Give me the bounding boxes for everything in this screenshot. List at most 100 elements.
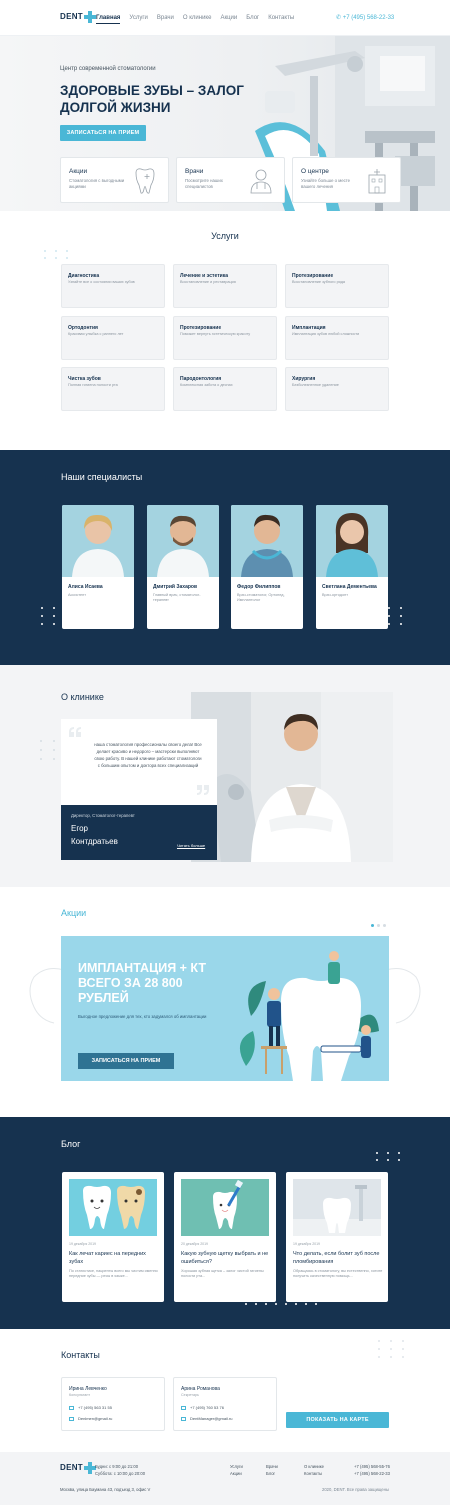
- service-title: Пародонтология: [180, 376, 222, 382]
- service-card[interactable]: Ортодонтия Красивая улыбка с раннего лет: [61, 316, 165, 360]
- specialist-card[interactable]: Дмитрий Захаров Главный врач, стоматолог…: [147, 505, 219, 629]
- feature-title: О центре: [301, 168, 329, 175]
- contact-email-row[interactable]: DentManager@gmail.ru: [181, 1416, 233, 1421]
- footer-address: Москва, улица Бауманa 43, подъезд 3, офи…: [60, 1487, 151, 1492]
- service-desc: Полная гигиена полости рта: [68, 383, 118, 387]
- quote-icon: [197, 785, 209, 795]
- nav-contacts[interactable]: Контакты: [268, 15, 294, 24]
- decor-dots: [245, 1303, 321, 1305]
- specialist-card[interactable]: Федор Филиппов Врач-стоматолог, Ортопед,…: [231, 505, 303, 629]
- blog-desc: По статистике, пациенты всего мы чистим …: [69, 1269, 158, 1278]
- specialist-role: Ассистент: [68, 593, 86, 597]
- blog-title: Блог: [61, 1139, 81, 1149]
- service-title: Имплантация: [292, 325, 326, 331]
- contact-card: Арина Романова Секретарь +7 (495) 760 53…: [173, 1377, 277, 1431]
- service-card[interactable]: Лечение и эстетика Восстановление и реста…: [173, 264, 277, 308]
- contacts-title: Контакты: [61, 1350, 100, 1360]
- contact-card: Ирина Левченко Консультант +7 (495) 563 …: [61, 1377, 165, 1431]
- feature-card-about[interactable]: О центре Узнайте больше о месте вашего л…: [292, 157, 401, 203]
- service-card[interactable]: Чистка зубов Полная гигиена полости рта: [61, 367, 165, 411]
- nav-home[interactable]: Главная: [96, 15, 121, 24]
- logo[interactable]: DENT: [60, 11, 96, 23]
- blog-card[interactable]: 19 декабря 2019 Что делать, если болит з…: [286, 1172, 388, 1302]
- specialist-role: Врач-ортодонт: [322, 593, 348, 597]
- feature-desc: Стоматология с выгодными акциями: [69, 178, 125, 189]
- blog-card[interactable]: 19 декабря 2019 Как лечат кариес на пере…: [62, 1172, 164, 1302]
- header-phone[interactable]: ✆ +7 (495) 568-22-33: [336, 14, 394, 21]
- footer-link-promo[interactable]: Акции: [230, 1471, 242, 1476]
- service-desc: Красивая улыбка с раннего лет: [68, 332, 124, 336]
- contact-email-row[interactable]: Denlmen@gmail.ru: [69, 1416, 112, 1421]
- hero-subtitle: Центр современной стоматологии: [60, 66, 156, 72]
- specialist-card[interactable]: Алиса Исаева Ассистент: [62, 505, 134, 629]
- slider-dot[interactable]: [377, 924, 380, 927]
- director-last-name: Контдратьев: [71, 837, 118, 846]
- nav-services[interactable]: Услуги: [129, 15, 147, 24]
- nav-promo[interactable]: Акции: [220, 15, 237, 24]
- feature-card-doctors[interactable]: Врачи Посмотрите наших специалистов: [176, 157, 285, 203]
- read-more-link[interactable]: Читать больше: [177, 843, 205, 848]
- mail-icon: [181, 1416, 186, 1421]
- service-title: Протезирование: [180, 325, 222, 331]
- specialist-name: Дмитрий Захаров: [153, 584, 198, 590]
- blog-card[interactable]: 20 декабря 2019 Какую зубную щетку выбра…: [174, 1172, 276, 1302]
- decor-dots: [44, 250, 72, 259]
- about-text: наша стоматология профессионалы своего д…: [94, 742, 202, 768]
- service-title: Лечение и эстетика: [180, 273, 229, 279]
- contact-name: Арина Романова: [181, 1386, 220, 1392]
- specialist-photo: [316, 505, 388, 577]
- service-desc: Имплантация зубов любой сложности: [292, 332, 360, 336]
- contact-phone-row[interactable]: +7 (495) 563 31 55: [69, 1405, 112, 1410]
- service-card[interactable]: Протезирование Восстановление зубного ряд…: [285, 264, 389, 308]
- footer-logo[interactable]: DENT: [60, 1462, 96, 1474]
- nav-blog[interactable]: Блог: [246, 15, 259, 24]
- specialist-card[interactable]: Светлана Дементьева Врач-ортодонт: [316, 505, 388, 629]
- promo-cta-button[interactable]: ЗАПИСАТЬСЯ НА ПРИЕМ: [78, 1053, 174, 1069]
- service-card[interactable]: Диагностика Узнайте все о состоянии ваших…: [61, 264, 165, 308]
- footer-link-doctors[interactable]: Врачи: [266, 1464, 278, 1469]
- footer-link-about[interactable]: О клинике: [304, 1464, 324, 1469]
- slider-dot[interactable]: [383, 924, 386, 927]
- nav-about[interactable]: О клинике: [183, 15, 212, 24]
- service-card[interactable]: Имплантация Имплантация зубов любой сложн…: [285, 316, 389, 360]
- contact-role: Консультант: [69, 1393, 91, 1397]
- contact-email: Denlmen@gmail.ru: [78, 1416, 113, 1421]
- service-card[interactable]: Хирургия Безболезненное удаление: [285, 367, 389, 411]
- contact-name: Ирина Левченко: [69, 1386, 107, 1392]
- blog-title-text[interactable]: Какую зубную щетку выбрать и не ошибитьс…: [181, 1250, 271, 1266]
- feature-title: Врачи: [185, 168, 204, 175]
- slider-dot-active[interactable]: [371, 924, 374, 927]
- blog-date: 20 декабря 2019: [181, 1242, 208, 1246]
- footer-phone-1[interactable]: +7 (495) 568-55-76: [354, 1464, 390, 1469]
- footer-link-services[interactable]: Услуги: [230, 1464, 243, 1469]
- slider-dots[interactable]: [371, 924, 389, 927]
- blog-title-text[interactable]: Что делать, если болит зуб после пломбир…: [293, 1250, 383, 1266]
- blog-desc: Обращаясь в стоматологу, вы естественно,…: [293, 1269, 383, 1278]
- feature-card-promo[interactable]: Акции Стоматология с выгодными акциями: [60, 157, 169, 203]
- service-title: Чистка зубов: [68, 376, 101, 382]
- blog-title-text[interactable]: Как лечат кариес на передних зубах: [69, 1250, 159, 1266]
- show-on-map-button[interactable]: ПОКАЗАТЬ НА КАРТЕ: [286, 1412, 389, 1428]
- service-desc: Восстановление зубного ряда: [292, 280, 346, 284]
- service-card[interactable]: Протезирование Поможет вернуть эстетическ…: [173, 316, 277, 360]
- contact-phone: +7 (495) 760 53 76: [190, 1405, 224, 1410]
- blog-desc: Хорошая зубная щетка – залог чистой гиги…: [181, 1269, 264, 1278]
- footer-hours-saturday: Суббота: с 10:00 до 20:00: [95, 1471, 146, 1476]
- logo-text: DENT: [60, 1463, 83, 1473]
- specialists-title: Наши специалисты: [61, 472, 143, 482]
- footer-phone-2[interactable]: +7 (495) 568-22-33: [354, 1471, 390, 1476]
- blog-image: [69, 1179, 157, 1236]
- specialist-photo: [62, 505, 134, 577]
- logo-cross-icon: [83, 11, 96, 23]
- contact-role: Секретарь: [181, 1393, 199, 1397]
- footer-link-contacts[interactable]: Контакты: [304, 1471, 322, 1476]
- decor-dots: [378, 1340, 408, 1358]
- service-card[interactable]: Пародонтология Комплексная забота о десна…: [173, 367, 277, 411]
- nav-doctors[interactable]: Врачи: [157, 15, 174, 24]
- specialist-photo: [147, 505, 219, 577]
- contact-phone-row[interactable]: +7 (495) 760 53 76: [181, 1405, 224, 1410]
- hero-cta-button[interactable]: ЗАПИСАТЬСЯ НА ПРИЕМ: [60, 125, 146, 141]
- footer-link-blog[interactable]: Блог: [266, 1471, 275, 1476]
- specialist-role: Главный врач, стоматолог-терапевт: [153, 593, 201, 602]
- phone-icon: [69, 1405, 74, 1410]
